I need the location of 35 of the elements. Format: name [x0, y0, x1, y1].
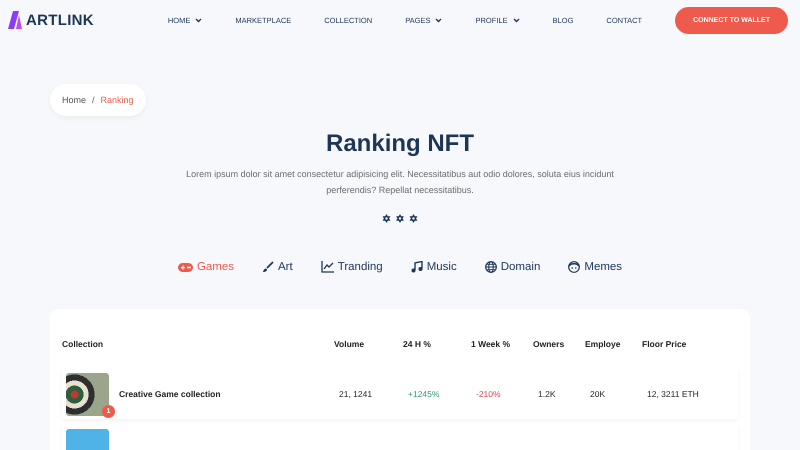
category-tab[interactable]: Music [410, 261, 457, 273]
table-cell-text: +1245% [407, 389, 440, 399]
table-cell-text: 20K [589, 389, 606, 399]
logo-icon [8, 11, 22, 29]
category-tab[interactable]: Art [262, 261, 293, 273]
music-note-icon [410, 261, 423, 273]
table-cell-text: 12, 3211 ETH [646, 389, 700, 399]
table-cell-text: 21, 1241 [338, 389, 374, 399]
page-title: Ranking NFT [325, 130, 475, 158]
chevron-down-icon [512, 18, 520, 22]
category-tab[interactable]: Memes [568, 261, 622, 273]
table-cell-text: 1.2K [537, 389, 556, 399]
face-icon [568, 261, 580, 273]
column-header: 1 Week % [471, 339, 512, 349]
chevron-down-icon [435, 18, 442, 22]
column-header: Collection [62, 339, 104, 349]
logo-text: ARTLINK [26, 12, 94, 28]
brush-icon [262, 261, 274, 273]
table-cell-text: -210% [475, 389, 502, 399]
breadcrumb-separator: / [92, 95, 95, 105]
category-tab[interactable]: Tranding [320, 261, 383, 273]
photo-placeholder [66, 372, 109, 416]
column-header: Employe [585, 339, 622, 349]
column-header: Floor Price [642, 339, 688, 349]
column-header: Owners [533, 339, 566, 349]
breadcrumb-link[interactable]: Home [62, 95, 86, 105]
line-chart-icon [320, 261, 334, 273]
page-description: Lorem ipsum dolor sit amet consectetur adipisicing elit. Necessitatibus aut odio dolores, soluta eius incidunt perferendis? Repellat necessitatibus. [185, 168, 615, 197]
gamepad-icon [178, 262, 193, 272]
globe-icon [484, 261, 497, 273]
category-tab[interactable]: Domain [484, 261, 540, 273]
column-header: 24 H % [403, 339, 432, 349]
column-header: Volume [334, 339, 366, 349]
chevron-down-icon [195, 18, 202, 22]
collection-name: Creative Game collection [119, 389, 221, 399]
